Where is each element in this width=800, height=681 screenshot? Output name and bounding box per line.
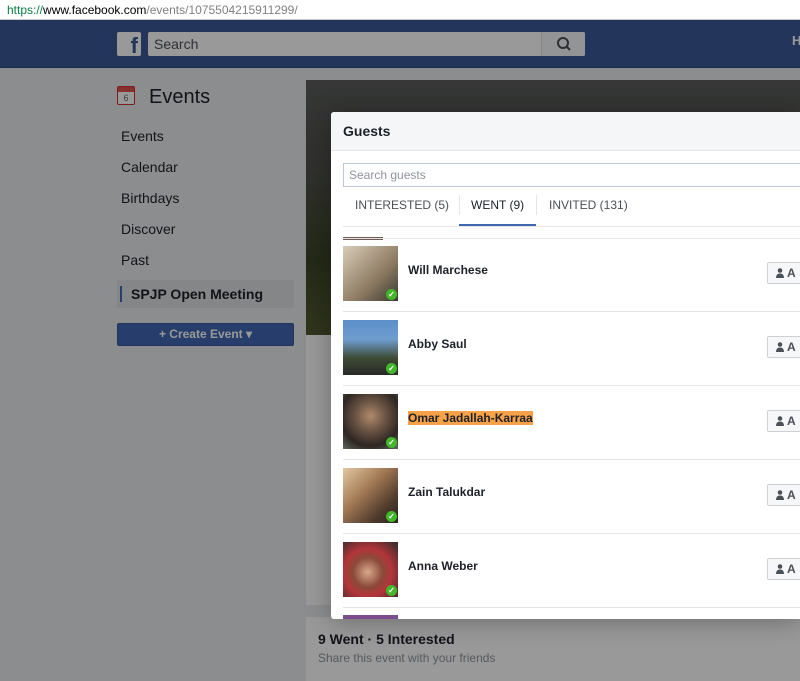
guest-row[interactable]: ✓ Abby Saul A (343, 312, 800, 386)
guest-name[interactable]: Anna Weber (408, 559, 478, 573)
avatar[interactable]: ✓ (343, 542, 398, 597)
guests-dialog: Guests INTERESTED (5) WENT (9) INVITED (… (331, 112, 800, 619)
guest-name[interactable]: Zain Talukdar (408, 485, 485, 499)
add-friend-button[interactable]: A (767, 336, 800, 358)
guest-list[interactable]: ✓ Will Marchese A ✓ Abby Saul A ✓ Omar J… (331, 237, 800, 619)
check-icon: ✓ (386, 289, 397, 300)
add-friend-button[interactable]: A (767, 484, 800, 506)
tab-invited[interactable]: INVITED (131) (549, 190, 628, 225)
check-icon: ✓ (386, 437, 397, 448)
avatar-partial (343, 615, 398, 619)
add-friend-button[interactable]: A (767, 410, 800, 432)
person-icon (776, 490, 784, 500)
url-host: www.facebook.com (43, 3, 147, 17)
avatar[interactable]: ✓ (343, 246, 398, 301)
url-scheme: https:// (7, 3, 44, 17)
guest-row[interactable]: ✓ Will Marchese A (343, 238, 800, 312)
address-bar[interactable]: https://www.facebook.com/events/10755042… (0, 0, 800, 20)
guest-name[interactable]: Omar Jadallah-Karraa (408, 411, 533, 425)
person-icon (776, 564, 784, 574)
avatar[interactable]: ✓ (343, 468, 398, 523)
person-icon (776, 342, 784, 352)
avatar[interactable]: ✓ (343, 320, 398, 375)
guests-dialog-title: Guests (331, 112, 800, 151)
tab-went[interactable]: WENT (9) (459, 190, 536, 226)
guest-row[interactable]: ✓ Anna Weber A (343, 534, 800, 608)
person-icon (776, 268, 784, 278)
guests-search (343, 163, 800, 187)
url-path: /events/1075504215911299/ (146, 3, 298, 17)
check-icon: ✓ (386, 363, 397, 374)
add-friend-button[interactable]: A (767, 558, 800, 580)
avatar[interactable]: ✓ (343, 394, 398, 449)
guests-tabs: INTERESTED (5) WENT (9) INVITED (131) (343, 190, 800, 227)
tab-interested[interactable]: INTERESTED (5) (355, 190, 449, 225)
guest-name[interactable]: Abby Saul (408, 337, 467, 351)
add-friend-button[interactable]: A (767, 262, 800, 284)
tab-divider (536, 195, 537, 215)
guest-row[interactable]: ✓ Omar Jadallah-Karraa A (343, 386, 800, 460)
guest-row[interactable]: ✓ Zain Talukdar A (343, 460, 800, 534)
check-icon: ✓ (386, 511, 397, 522)
check-icon: ✓ (386, 585, 397, 596)
guest-name[interactable]: Will Marchese (408, 263, 488, 277)
guests-search-input[interactable] (344, 164, 800, 186)
person-icon (776, 416, 784, 426)
